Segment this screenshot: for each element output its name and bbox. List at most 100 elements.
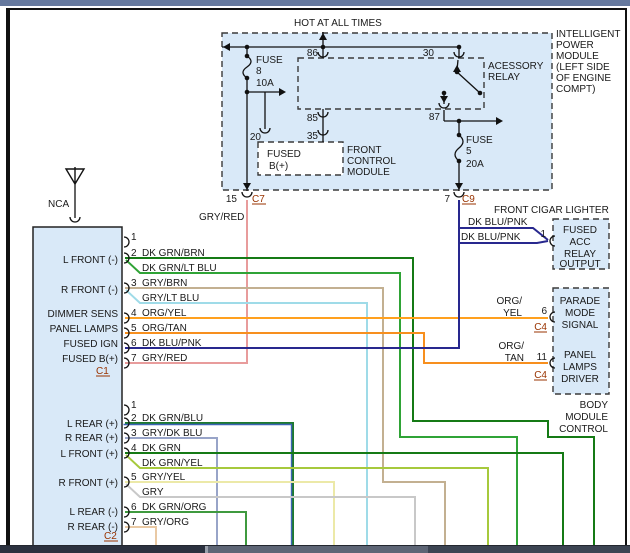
- body-module-control-label: BODY: [580, 400, 609, 411]
- junction-dot: [478, 91, 483, 96]
- org-yel-label: ORG/: [496, 296, 522, 307]
- c1-pin-num: 4: [131, 308, 137, 319]
- acc-output-line: OUTPUT: [559, 259, 600, 270]
- bottom-bar-edge: [0, 545, 630, 546]
- ipm-title-line: (LEFT SIDE: [556, 62, 610, 73]
- antenna-label: NCA: [48, 199, 69, 210]
- body-module-control-label: MODULE: [565, 412, 608, 423]
- org-tan-label: TAN: [505, 353, 524, 364]
- terminal-87: 87: [429, 112, 441, 123]
- connector-bracket-icon: [242, 192, 252, 197]
- radio-function-label: L FRONT (-): [63, 255, 118, 266]
- panel-line: LAMPS: [563, 362, 597, 373]
- c2-pin-num: 2: [131, 413, 137, 424]
- ipm-title-line: COMPT): [556, 84, 595, 95]
- ipm-title-line: POWER: [556, 40, 594, 51]
- radio-function-label: R REAR (+): [65, 433, 118, 444]
- fcm-name-line: FRONT: [347, 145, 381, 156]
- ipm-title-line: INTELLIGENT: [556, 29, 620, 40]
- radio-function-label: DIMMER SENS: [47, 309, 118, 320]
- body-module-control-label: CONTROL: [559, 424, 608, 435]
- radio-function-label: L REAR (-): [69, 507, 118, 518]
- fuse8-name: FUSE: [256, 55, 283, 66]
- parade-line: SIGNAL: [562, 320, 599, 331]
- panel-ref: C4: [534, 370, 547, 381]
- c2-wire-name: DK GRN: [142, 443, 181, 454]
- c1-wire-name: DK GRN/LT BLU: [142, 263, 217, 274]
- fuse5-num: 5: [466, 146, 472, 157]
- c2-pin-num: 4: [131, 443, 137, 454]
- front-cigar-lighter-label: FRONT CIGAR LIGHTER: [494, 205, 609, 216]
- fcm-name-line: MODULE: [347, 167, 390, 178]
- gry-red-wire-label: GRY/RED: [199, 212, 244, 223]
- terminal-85: 85: [307, 113, 319, 124]
- c2-pin-num: 3: [131, 428, 137, 439]
- fcm-name-line: CONTROL: [347, 156, 396, 167]
- c1-pin-num: 2: [131, 248, 137, 259]
- parade-line: PARADE: [560, 296, 601, 307]
- frame-top-border: [6, 8, 627, 10]
- wire-gry-dk-blu: [125, 438, 217, 546]
- frame-right-border: [625, 8, 627, 546]
- connector-bracket-icon: [124, 405, 129, 415]
- c2-wire-name: GRY/DK BLU: [142, 428, 202, 439]
- fused-b-label: B(+): [269, 161, 288, 172]
- junction-dot: [457, 45, 462, 50]
- c1-pin-num: 6: [131, 338, 137, 349]
- c1-wire-name: GRY/BRN: [142, 278, 187, 289]
- terminal-35: 35: [307, 131, 319, 142]
- radio-function-label: FUSED B(+): [62, 354, 118, 365]
- dk-blu-pnk-label-2: DK BLU/PNK: [461, 232, 521, 243]
- radio-function-label: R FRONT (+): [58, 478, 118, 489]
- hot-at-all-times-label: HOT AT ALL TIMES: [294, 18, 382, 29]
- c2-wire-name: DK GRN/ORG: [142, 502, 207, 513]
- terminal-30: 30: [423, 48, 435, 59]
- fused-b-label: FUSED: [267, 149, 301, 160]
- junction-dot: [245, 90, 250, 95]
- c2-wire-name: DK GRN/YEL: [142, 458, 203, 469]
- c1-wire-name: ORG/TAN: [142, 323, 187, 334]
- acc-output-line: ACC: [569, 237, 590, 248]
- c1-pin-num: 7: [131, 353, 137, 364]
- fuse8-num: 8: [256, 66, 262, 77]
- antenna-icon: [66, 167, 84, 184]
- accessory-relay-label: RELAY: [488, 72, 520, 83]
- bottom-bar-right-segment: [428, 546, 630, 553]
- c1-pin-num: 3: [131, 278, 137, 289]
- c9-ref: C9: [462, 194, 475, 205]
- ipm-title-line: MODULE: [556, 51, 599, 62]
- acc-output-pin: 1: [540, 229, 546, 240]
- c1-wire-name: GRY/LT BLU: [142, 293, 199, 304]
- connector-bracket-icon: [124, 237, 129, 247]
- c1-wire-name: GRY/RED: [142, 353, 187, 364]
- parade-ref: C4: [534, 322, 547, 333]
- c1-wire-name: ORG/YEL: [142, 308, 187, 319]
- junction-dot: [245, 45, 250, 50]
- c2-pin-num: 1: [131, 400, 137, 411]
- bottom-bar-left-segment: [0, 546, 205, 553]
- c7-pin: 15: [226, 194, 238, 205]
- org-tan-label: ORG/: [498, 341, 524, 352]
- acc-output-line: FUSED: [563, 225, 597, 236]
- junction-dot: [457, 119, 462, 124]
- accessory-relay-label: ACESSORY: [488, 61, 544, 72]
- radio-function-label: R FRONT (-): [61, 285, 118, 296]
- bottom-bar-divider: [205, 546, 208, 553]
- fuse5-name: FUSE: [466, 135, 493, 146]
- fuse5-amp: 20A: [466, 159, 484, 170]
- window-top-strip: [0, 0, 630, 6]
- panel-line: PANEL: [564, 350, 596, 361]
- c2-pin-num: 5: [131, 472, 137, 483]
- c9-pin: 7: [444, 194, 450, 205]
- junction-dot: [442, 91, 447, 96]
- c1-pin-num: 5: [131, 323, 137, 334]
- panel-line: DRIVER: [561, 374, 599, 385]
- terminal-20: 20: [250, 132, 262, 143]
- wire-gry: [126, 484, 415, 546]
- wiring-diagram-page: HOT AT ALL TIMES INTELLIGENT POWER MODUL…: [0, 0, 630, 553]
- terminal-86: 86: [307, 48, 319, 59]
- c2-pin-num: 6: [131, 502, 137, 513]
- diagram-canvas: HOT AT ALL TIMES INTELLIGENT POWER MODUL…: [0, 0, 630, 553]
- c2-wire-name: GRY/YEL: [142, 472, 186, 483]
- c2-wire-name: DK GRN/BLU: [142, 413, 203, 424]
